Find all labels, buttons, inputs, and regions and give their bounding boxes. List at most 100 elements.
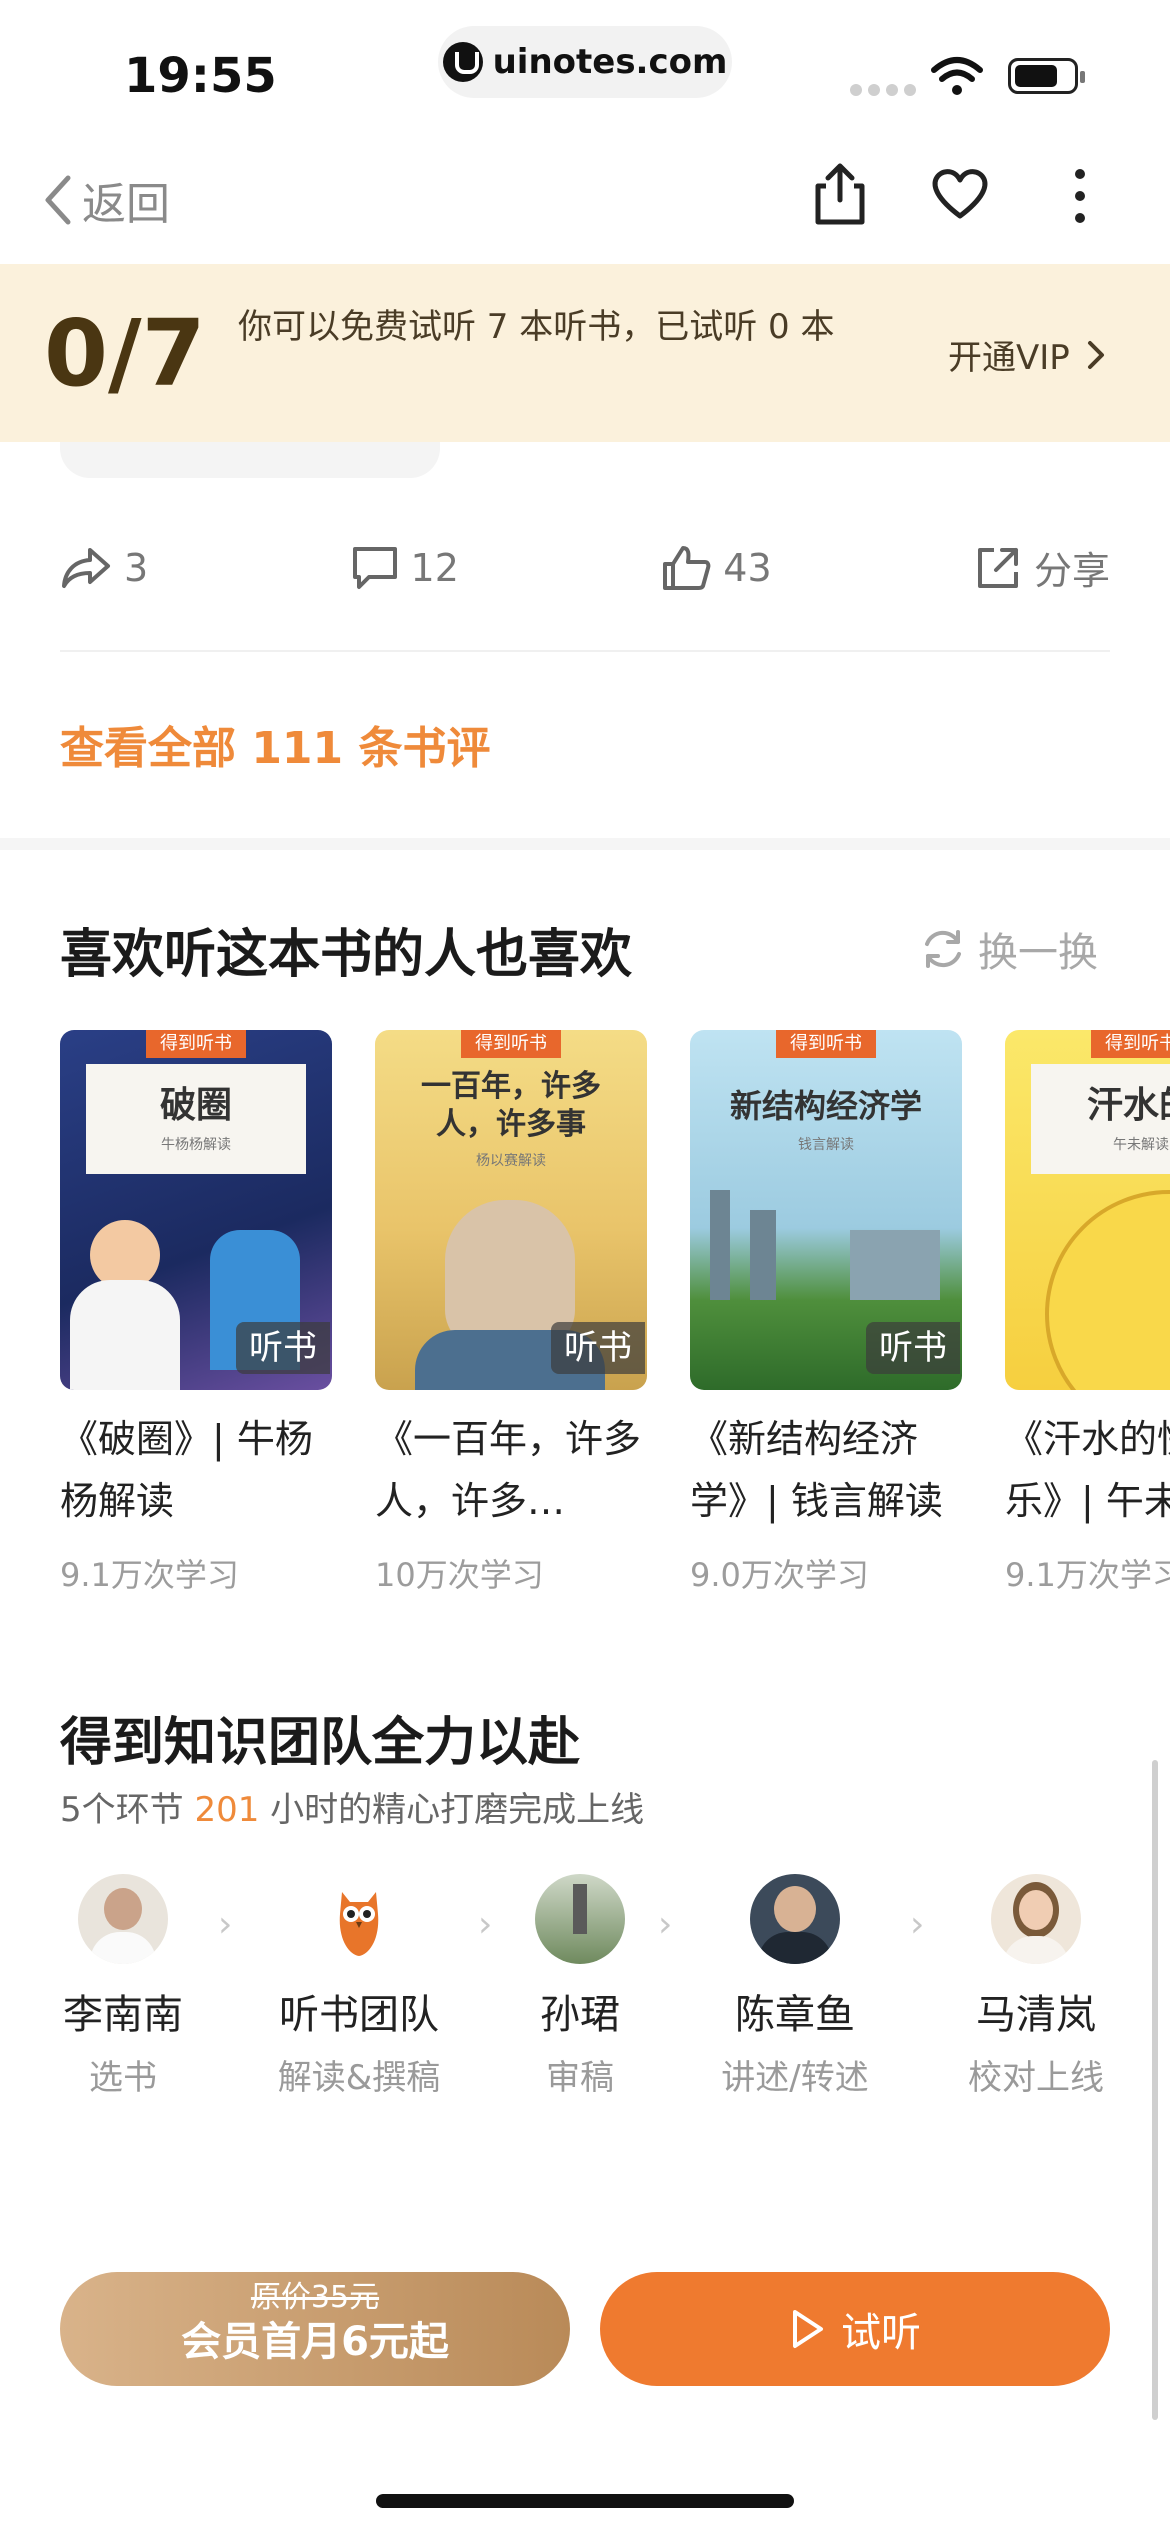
back-label: 返回 [82, 179, 170, 230]
book-cover: 得到听书 新结构经济学钱言解读 听书 [690, 1030, 962, 1390]
book-title: 《破圈》| 牛杨杨解读 [60, 1417, 313, 1523]
cover-title: 一百年，许多人，许多事 [421, 1069, 601, 1142]
book-study-count: 10万次学习 [375, 1556, 544, 1590]
comment-count: 12 [410, 545, 459, 590]
url-text: uinotes.com [492, 42, 728, 82]
play-icon [793, 2310, 823, 2348]
cover-brand: 得到听书 [1091, 1030, 1170, 1058]
trial-listen-label: 试听 [841, 2310, 921, 2356]
team-section-title: 得到知识团队全力以赴 [60, 1713, 581, 1773]
open-vip-button[interactable]: 开通VIP [948, 330, 1106, 379]
cover-title: 汗水的 [1086, 1085, 1170, 1126]
team-member[interactable]: 马清岚 校对上线 [946, 1874, 1126, 2099]
book-title: 《汗水的快乐》| 午未 [1005, 1417, 1170, 1523]
book-study-count: 9.1万次学习 [1005, 1556, 1170, 1590]
cover-subtitle: 牛杨杨解读 [161, 1137, 231, 1153]
more-vertical-icon[interactable] [1068, 166, 1092, 226]
divider [60, 650, 1110, 652]
team-member[interactable]: 陈章鱼 讲述/转述 [705, 1874, 885, 2099]
book-card[interactable]: 得到听书 破圈 牛杨杨解读 听书 《破圈》| 牛杨杨解读 9.1万次学习 [60, 1030, 332, 1590]
listen-badge: 听书 [236, 1322, 330, 1374]
illustration-buildings [850, 1230, 940, 1300]
comment-button[interactable]: 12 [351, 545, 459, 591]
repost-button[interactable]: 3 [60, 546, 148, 590]
cover-brand: 得到听书 [776, 1030, 876, 1058]
recommend-book-list: 得到听书 破圈牛杨杨解读 听书 《破圈》| 牛杨杨解读 9.1万次学习 得到听书… [60, 1030, 1170, 1590]
wifi-icon [931, 57, 983, 95]
view-all-reviews-link[interactable]: 查看全部 111 条书评 [60, 712, 490, 776]
share-icon[interactable] [812, 160, 868, 226]
favorite-heart-icon[interactable] [930, 166, 990, 220]
comment-icon [352, 546, 397, 589]
avatar [535, 1874, 625, 1964]
team-member[interactable]: 李南南 选书 [33, 1874, 213, 2099]
cover-brand: 得到听书 [461, 1030, 561, 1058]
illustration-chimney [710, 1190, 730, 1300]
chevron-right-icon [1087, 340, 1104, 369]
member-name: 李南南 [63, 1992, 183, 2038]
refresh-icon [925, 930, 961, 968]
member-role: 解读&撰稿 [277, 2058, 441, 2098]
original-price: 原价35元 [250, 2280, 380, 2315]
member-name: 马清岚 [976, 1992, 1096, 2038]
team-subtitle-suffix: 小时的精心打磨完成上线 [259, 1790, 645, 1830]
team-hours: 201 [194, 1790, 260, 1830]
cover-subtitle: 午未解读 [1113, 1137, 1169, 1153]
book-title: 《新结构经济学》| 钱言解读 [690, 1417, 943, 1523]
share-button[interactable]: 分享 [974, 540, 1110, 595]
book-cover: 得到听书 一百年，许多人，许多事杨以赛解读 听书 [375, 1030, 647, 1390]
cellular-signal-icon [850, 84, 916, 96]
book-title: 《一百年，许多人，许多… [375, 1417, 642, 1523]
avatar [750, 1874, 840, 1964]
listen-badge: 听书 [866, 1322, 960, 1374]
member-name: 孙珺 [540, 1992, 620, 2038]
smiley-face-illustration [1045, 1190, 1170, 1390]
chevron-right-icon: › [910, 1904, 925, 1945]
trial-description: 你可以免费试听 7 本听书，已试听 0 本 [238, 307, 835, 347]
member-role: 审稿 [546, 2058, 614, 2098]
book-study-count: 9.1万次学习 [60, 1556, 239, 1590]
cover-title: 新结构经济学 [729, 1087, 922, 1125]
member-offer-label: 会员首月6元起 [181, 2319, 449, 2365]
book-card[interactable]: 得到听书 一百年，许多人，许多事杨以赛解读 听书 《一百年，许多人，许多… 10… [375, 1030, 647, 1590]
site-logo-icon [442, 42, 483, 82]
repost-count: 3 [124, 545, 149, 590]
status-time: 19:55 [124, 48, 277, 104]
trial-listen-button[interactable]: 试听 [600, 2272, 1110, 2386]
back-button[interactable]: 返回 [40, 168, 170, 232]
illustration-figure [70, 1280, 180, 1390]
like-button[interactable]: 43 [661, 544, 772, 592]
member-name: 听书团队 [279, 1992, 439, 2038]
cover-subtitle: 杨以赛解读 [476, 1153, 546, 1169]
battery-icon [1008, 58, 1085, 94]
member-role: 讲述/转述 [721, 2058, 869, 2098]
scrollbar[interactable] [1152, 1760, 1158, 2420]
thumbs-up-icon [663, 545, 711, 590]
team-subtitle: 5个环节 201 小时的精心打磨完成上线 [60, 1782, 644, 1831]
avatar [991, 1874, 1081, 1964]
member-subscribe-button[interactable]: 原价35元 会员首月6元起 [60, 2272, 570, 2386]
book-card[interactable]: 得到听书 新结构经济学钱言解读 听书 《新结构经济学》| 钱言解读 9.0万次学… [690, 1030, 962, 1590]
book-card[interactable]: 得到听书 汗水的午未解读 听书 《汗水的快乐》| 午未 9.1万次学习 [1005, 1030, 1170, 1590]
team-member[interactable]: 听书团队 解读&撰稿 [269, 1874, 449, 2099]
cover-title: 破圈 [159, 1085, 232, 1126]
team-member[interactable]: 孙珺 审稿 [490, 1874, 670, 2099]
book-cover: 得到听书 破圈 牛杨杨解读 听书 [60, 1030, 332, 1390]
trial-count: 0/7 [44, 300, 206, 407]
url-pill[interactable]: uinotes.com [438, 26, 732, 98]
listen-badge: 听书 [551, 1322, 645, 1374]
refresh-button[interactable]: 换一换 [920, 920, 1098, 978]
review-actions: 3 12 43 分享 [60, 540, 1110, 595]
member-name: 陈章鱼 [735, 1992, 855, 2038]
book-study-count: 9.0万次学习 [690, 1556, 869, 1590]
topic-tag[interactable] [60, 442, 440, 478]
cover-subtitle: 钱言解读 [798, 1137, 854, 1153]
external-share-icon [977, 547, 1018, 588]
forward-arrow-icon [62, 547, 110, 588]
open-vip-label: 开通VIP [948, 338, 1070, 378]
refresh-label: 换一换 [978, 930, 1098, 976]
section-separator [0, 838, 1170, 850]
chevron-right-icon: › [218, 1904, 233, 1945]
home-indicator[interactable] [376, 2494, 794, 2508]
member-role: 选书 [89, 2058, 157, 2098]
